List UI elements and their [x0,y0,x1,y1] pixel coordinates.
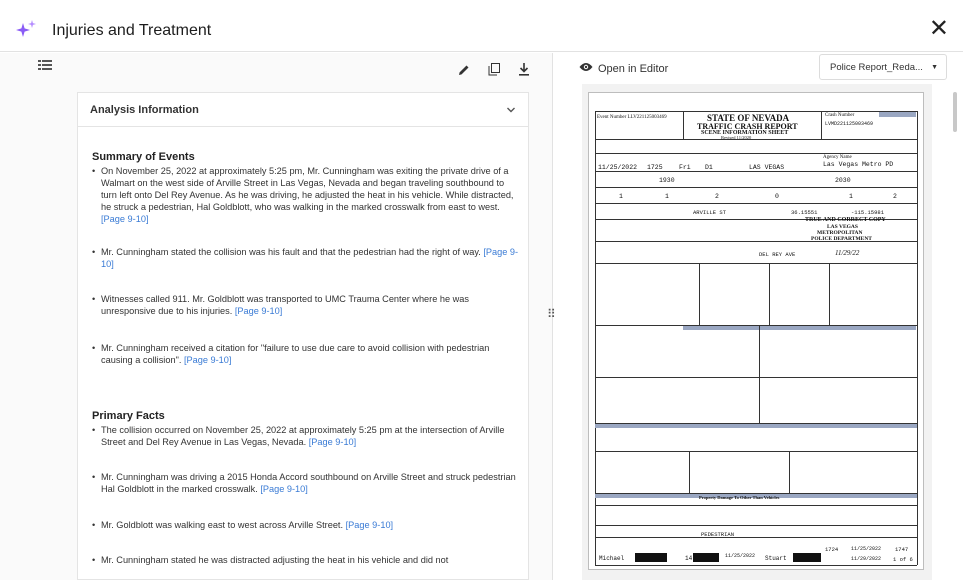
bullet-dot: • [92,425,96,435]
crash-time: 1725 [647,164,663,171]
bullet-dot: • [92,555,96,565]
report-revised: Revised 11/2020 [721,135,752,140]
investigator-badge: 14 [685,555,693,562]
fatalities-count: 0 [775,193,779,200]
fact-item: • Mr. Goldblott was walking east to west… [92,519,522,531]
property-damage-label: Property Damage To Other Than Vehicles [699,495,780,500]
chevron-down-icon[interactable] [506,102,516,120]
fact-text: The collision occurred on November 25, 2… [101,425,505,447]
crash-district: D1 [705,164,713,171]
close-icon[interactable]: ✕ [929,17,949,41]
bullet-dot: • [92,294,96,304]
page-reference-link[interactable]: [Page 9-10] [346,520,394,530]
report-year: 1930 [659,177,675,184]
drag-handle-icon[interactable]: ⠿ [547,307,556,321]
fact-item: • The collision occurred on November 25,… [92,424,522,448]
bullet-dot: • [92,343,96,353]
page-count: 1 of 6 [893,556,913,563]
arrival-time: 1747 [895,546,909,553]
summary-item: • Mr. Cunningham stated the collision wa… [92,246,522,270]
copy-icon[interactable] [488,63,500,81]
fact-text: Mr. Goldblott was walking east to west a… [101,520,344,530]
document-select[interactable]: Police Report_Reda... ▼ [819,54,947,80]
fact-item: • Mr. Cunningham was driving a 2015 Hond… [92,471,522,495]
nonmotorists-count: 1 [665,193,669,200]
agency-name: Las Vegas Metro PD [823,161,894,168]
report-longitude: -115.15981 [851,209,885,216]
sparkle-icon [16,20,38,45]
page-reference-link[interactable]: [Page 9-10] [101,214,149,224]
summary-title: Summary of Events [92,151,195,163]
agency-label: Agency Name [823,155,852,160]
incident-time: 2030 [835,177,851,184]
crash-city: LAS VEGAS [749,164,785,171]
stamp-line-4: POLICE DEPARTMENT [811,236,872,242]
summary-text: Mr. Cunningham received a citation for "… [101,343,490,365]
fact-text: Mr. Cunningham was driving a 2015 Honda … [101,472,516,494]
cross-street: DEL REY AVE [759,251,796,258]
injured-count: 1 [849,193,853,200]
summary-text: Mr. Cunningham stated the collision was … [101,247,481,257]
caret-down-icon: ▼ [931,64,938,71]
fact-text: Mr. Cunningham stated he was distracted … [101,555,449,565]
page-reference-link[interactable]: [Page 9-10] [260,484,308,494]
open-in-editor-button[interactable]: Open in Editor [579,62,668,75]
report-latitude: 36.15551 [791,209,818,216]
review-date: 11/29/2022 [851,556,882,562]
crash-number-label: Crash Number [825,113,855,118]
list-icon[interactable] [38,58,52,76]
crash-number: LVMD221125003469 [825,121,874,127]
analysis-header-label: Analysis Information [90,104,199,116]
page-reference-link[interactable]: [Page 9-10] [309,437,357,447]
report-event-number: Event Number LLV221125003469 [597,115,667,120]
bullet-dot: • [92,472,96,482]
summary-item: • Mr. Cunningham received a citation for… [92,342,522,366]
summary-text: Witnesses called 911. Mr. Goldblott was … [101,294,469,316]
document-select-value: Police Report_Reda... [830,62,923,73]
analysis-header[interactable]: Analysis Information [78,93,528,127]
bullet-dot: • [92,166,96,176]
reviewer-name: Stuart [765,555,787,562]
facts-title: Primary Facts [92,410,165,422]
fact-item: • Mr. Cunningham stated he was distracte… [92,554,522,566]
occupants-count: 2 [715,193,719,200]
investigator-name: Michael [599,555,625,562]
pencil-icon[interactable] [458,63,470,81]
date-notified: 11/25/2022 [725,553,756,559]
open-in-editor-label: Open in Editor [598,62,669,75]
summary-item: • Witnesses called 911. Mr. Goldblott wa… [92,293,522,317]
summary-text: On November 25, 2022 at approximately 5:… [101,166,514,212]
crash-day: Fri [679,164,691,171]
eye-icon [579,62,593,75]
title-bar: Injuries and Treatment ✕ [0,0,963,52]
restrained-count: 2 [893,193,897,200]
viewer-scrollbar[interactable] [953,92,957,132]
crash-date: 11/25/2022 [598,164,638,171]
time-notified: 1724 [825,546,839,553]
arrival-date: 11/25/2022 [851,546,882,552]
bullet-dot: • [92,520,96,530]
stamp-date: 11/29/22 [835,249,860,257]
police-report-page[interactable]: Event Number LLV221125003469 STATE OF NE… [588,92,924,570]
bullet-dot: • [92,247,96,257]
dialog-title: Injuries and Treatment [52,22,212,39]
report-street: ARVILLE ST [693,209,727,216]
report-pedestrian: PEDESTRIAN [701,531,735,538]
page-reference-link[interactable]: [Page 9-10] [184,355,232,365]
page-reference-link[interactable]: [Page 9-10] [235,306,283,316]
vehicles-count: 1 [619,193,623,200]
stamp-line-1: TRUE AND CORRECT COPY [805,217,886,223]
summary-item: • On November 25, 2022 at approximately … [92,165,522,225]
download-icon[interactable] [518,63,530,81]
